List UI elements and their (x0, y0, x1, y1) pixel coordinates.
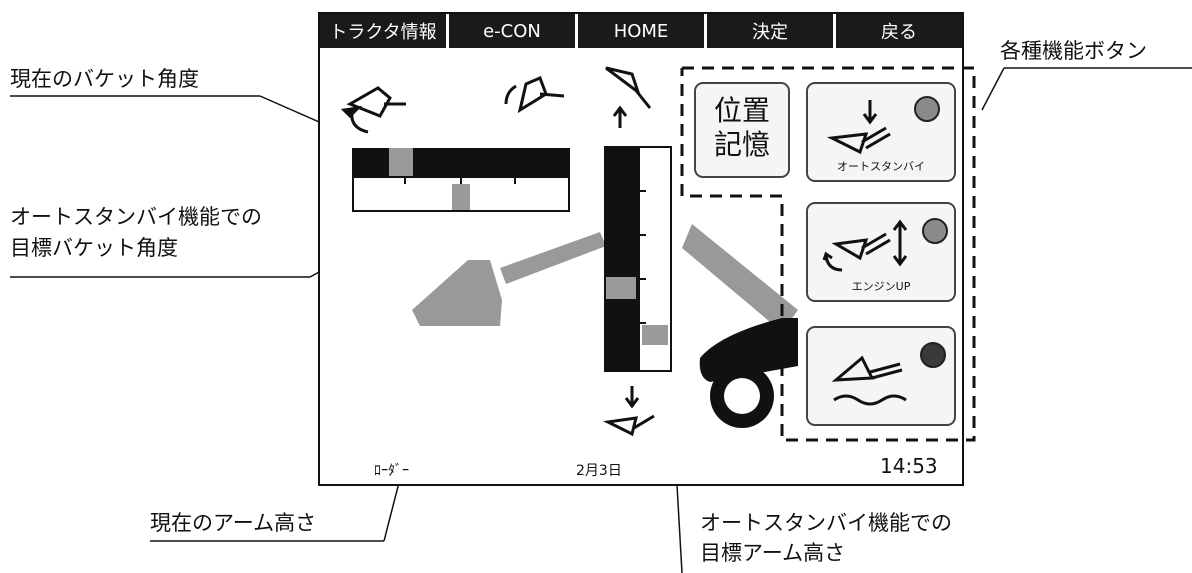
function-buttons-outline (680, 66, 976, 442)
